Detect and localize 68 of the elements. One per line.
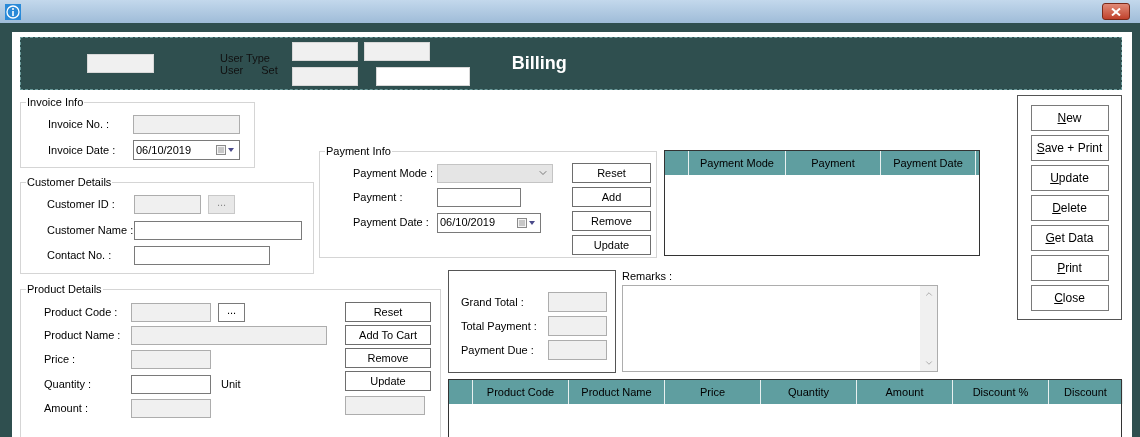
group-title: Customer Details (26, 176, 113, 189)
scroll-up-icon (923, 289, 934, 299)
action-button[interactable]: Delete (1030, 195, 1109, 221)
field-label: Customer Name : (47, 223, 134, 239)
field-label: Customer ID : (47, 197, 116, 213)
user-type-label: User Type (220, 51, 271, 64)
form-button[interactable]: Add To Cart (345, 325, 431, 345)
date-value: 06/10/2019 (136, 142, 192, 158)
form-button[interactable]: Remove (345, 348, 431, 368)
form-button[interactable]: Reset (345, 302, 431, 322)
column-header[interactable]: Product Code (473, 380, 569, 404)
form-button[interactable]: Remove (572, 211, 651, 231)
field-label: Amount : (44, 401, 90, 417)
unit-label: Unit (221, 377, 241, 393)
column-header[interactable]: Discount (1049, 380, 1123, 404)
field-label: Total Payment : (461, 318, 538, 334)
close-icon (1111, 7, 1121, 16)
field-label: Product Name : (44, 328, 122, 344)
action-button[interactable]: Close (1030, 285, 1109, 311)
field-label: Payment Mode : (353, 165, 435, 181)
date-picker[interactable]: 06/10/2019 (437, 212, 541, 233)
column-header[interactable]: Payment Date (881, 151, 976, 175)
scrollbar[interactable] (920, 286, 937, 371)
scroll-down-icon (923, 358, 934, 368)
group-title: Product Details (26, 283, 103, 296)
text-field[interactable] (134, 221, 302, 240)
calendar-dropdown-icon (517, 217, 537, 228)
column-header[interactable]: Payment (786, 151, 881, 175)
column-header[interactable]: Amount (857, 380, 953, 404)
text-field[interactable] (134, 246, 270, 265)
date-picker[interactable]: 06/10/2019 (133, 140, 240, 160)
form-button[interactable]: Add (572, 187, 651, 207)
action-button[interactable]: Save + Print (1030, 135, 1109, 161)
column-header[interactable]: Product Name (569, 380, 665, 404)
field-label: Contact No. : (47, 248, 113, 264)
calendar-dropdown-icon (216, 145, 236, 155)
field-label: Product Code : (44, 305, 119, 321)
action-button[interactable]: New (1030, 105, 1109, 131)
remarks-label: Remarks : (622, 270, 674, 283)
column-header[interactable]: Quantity (761, 380, 857, 404)
user-label: User (220, 63, 244, 76)
set-label: Set (261, 63, 278, 76)
field-label: Grand Total : (461, 294, 525, 310)
form-title: Billing (511, 52, 567, 75)
form-button[interactable]: Update (572, 235, 651, 255)
column-header[interactable]: Payment Mode (689, 151, 786, 175)
action-button[interactable]: Update (1030, 165, 1109, 191)
remarks-field[interactable] (622, 285, 938, 372)
column-header[interactable]: Price (665, 380, 761, 404)
action-button[interactable]: Print (1030, 255, 1109, 281)
date-value: 06/10/2019 (440, 215, 496, 231)
field-label: Payment Due : (461, 342, 535, 358)
field-label: Quantity : (44, 377, 93, 393)
text-field[interactable] (131, 375, 211, 394)
action-button[interactable]: Get Data (1030, 225, 1109, 251)
field-label: Payment Date : (353, 215, 430, 231)
field-label: Invoice No. : (48, 116, 111, 132)
group-title: Payment Info (325, 145, 392, 158)
info-icon (5, 3, 21, 20)
close-button[interactable] (1102, 3, 1130, 20)
field-label: Price : (44, 352, 77, 368)
form-button[interactable]: Reset (572, 163, 651, 183)
column-header[interactable]: Discount % (953, 380, 1049, 404)
field-label: Payment : (353, 190, 404, 206)
group-title: Invoice Info (26, 96, 85, 109)
field-label: Invoice Date : (48, 142, 117, 158)
text-field[interactable] (437, 188, 521, 207)
form-button[interactable]: Update (345, 371, 431, 391)
